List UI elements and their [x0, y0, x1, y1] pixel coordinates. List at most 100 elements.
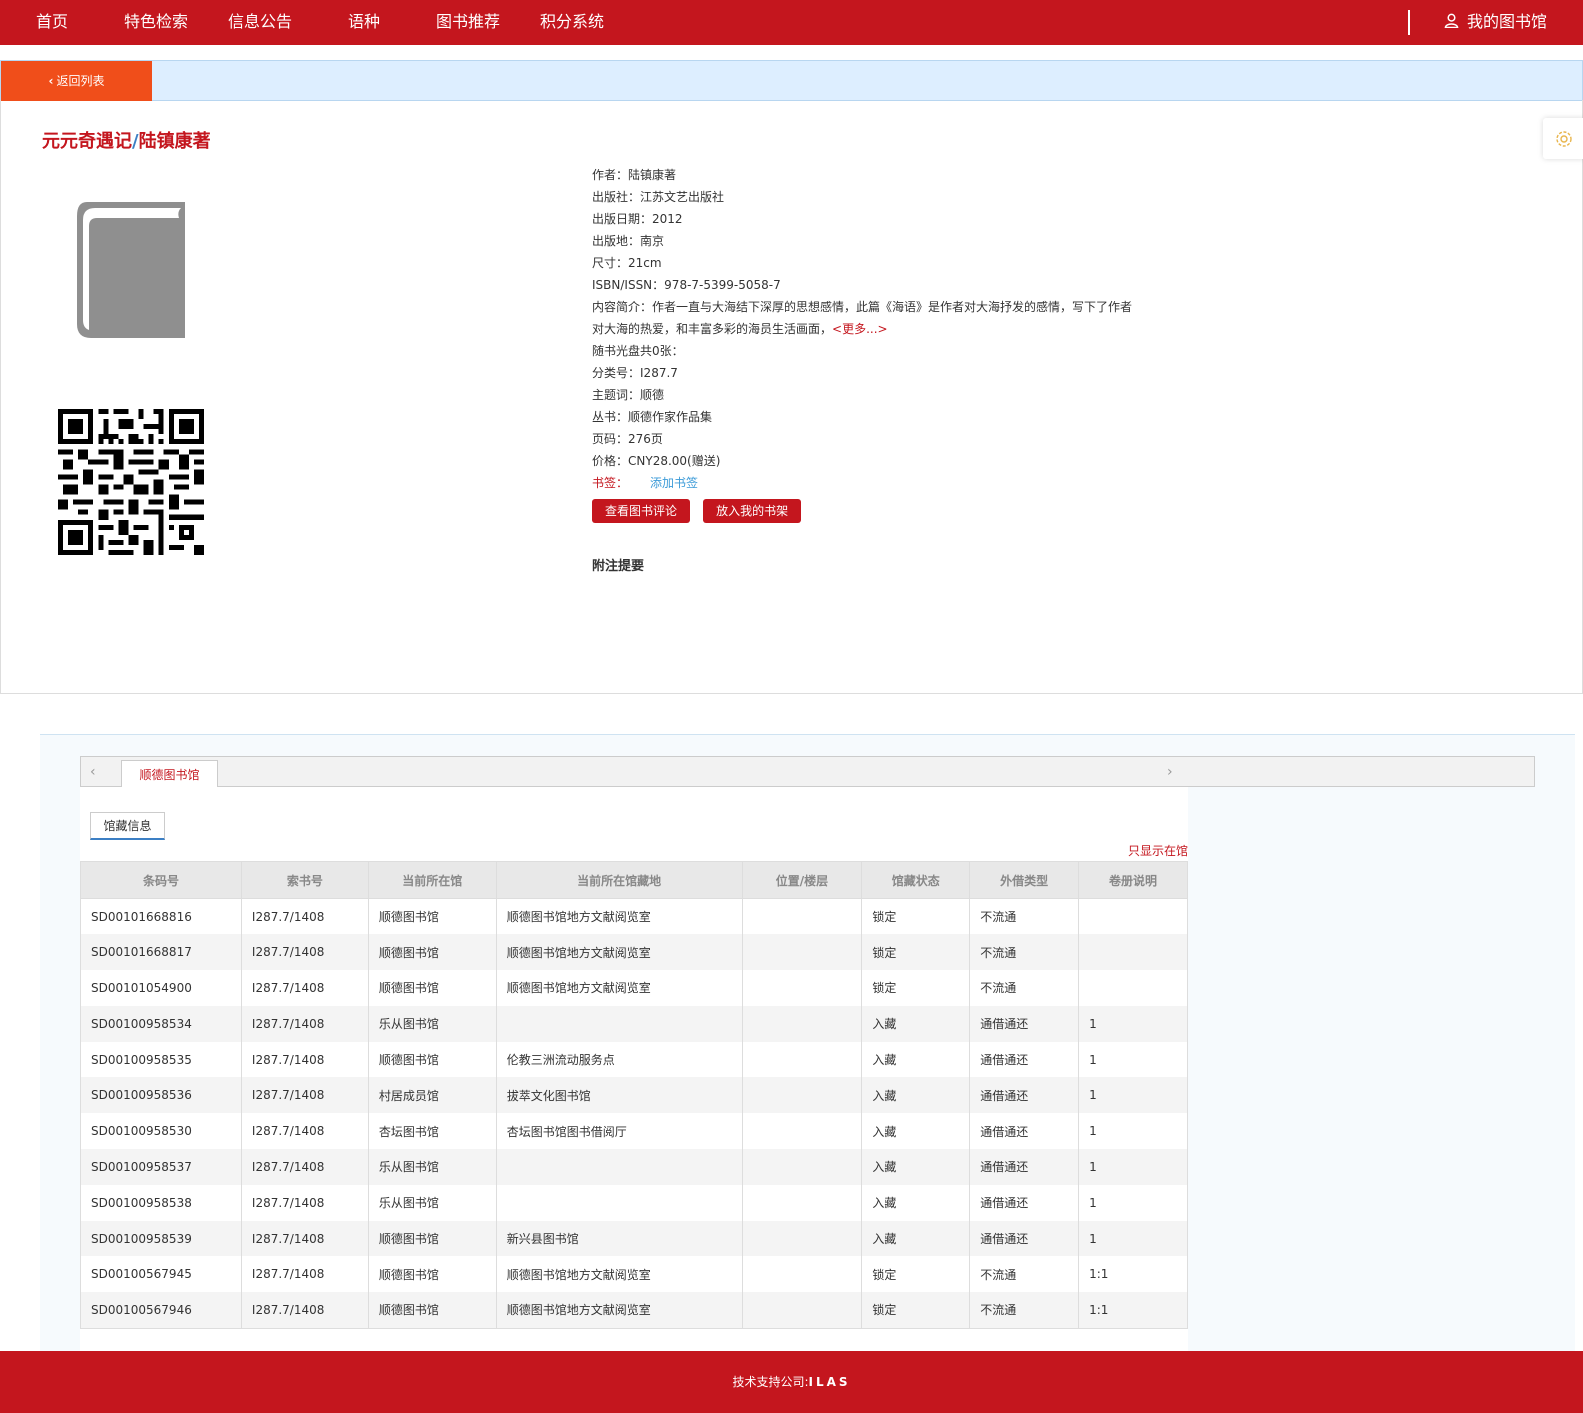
meta-label: 出版社： [592, 190, 641, 204]
col-volume-note: 卷册说明 [1078, 861, 1188, 899]
cell-position-floor [741, 1149, 863, 1185]
action-buttons: 查看图书评论 放入我的书架 [592, 499, 1152, 525]
cell-position-floor [741, 970, 863, 1006]
cell-barcode: SD00101054900 [80, 970, 242, 1006]
nav-announcements[interactable]: 信息公告 [228, 12, 292, 32]
cell-call-number: I287.7/1408 [240, 1005, 369, 1042]
cell-barcode: SD00101668817 [80, 934, 242, 971]
qr-code-icon [58, 409, 204, 555]
cell-volume-note [1078, 970, 1188, 1006]
settings-widget[interactable] [1543, 118, 1583, 159]
cell-position-floor [741, 898, 863, 935]
chevron-left-icon: ‹ [48, 74, 54, 88]
meta-value: 顺德 [640, 388, 665, 402]
meta-pub-place: 出版地：南京 [592, 230, 1152, 252]
table-row: SD00101668816 I287.7/1408 顺德图书馆 顺德图书馆地方文献阅览… [80, 898, 1188, 935]
book-title: 元元奇遇记/陆镇康著 [42, 127, 211, 153]
cell-call-number: I287.7/1408 [240, 1149, 369, 1185]
library-tabstrip: ‹ 顺德图书馆 › [80, 756, 1535, 788]
meta-value: 陆镇康著 [628, 168, 677, 182]
add-bookmark-link[interactable]: 添加书签 [650, 476, 698, 490]
table-row: SD00100958535 I287.7/1408 顺德图书馆 伦教三洲流动服务点 入藏… [80, 1041, 1188, 1078]
book-author-statement: 陆镇康著 [138, 131, 211, 152]
meta-label: 主题词： [592, 388, 641, 402]
meta-label: 作者： [592, 168, 629, 182]
cell-barcode: SD00100958536 [80, 1077, 242, 1114]
cell-current-library: 杏坛图书馆 [367, 1113, 497, 1150]
cell-volume-note: 1 [1078, 1113, 1188, 1150]
back-bar: ‹ 返回列表 [0, 60, 1583, 101]
cell-call-number: I287.7/1408 [240, 1077, 369, 1114]
cell-loan-type: 不流通 [969, 934, 1080, 971]
settings-icon [1556, 131, 1572, 147]
cell-position-floor [741, 1256, 863, 1293]
cell-barcode: SD00100958539 [80, 1220, 242, 1257]
footer: 技术支持公司:ILAS [0, 1351, 1583, 1413]
cell-current-location: 顺德图书馆地方文献阅览室 [495, 1292, 743, 1329]
meta-subject: 主题词：顺德 [592, 384, 1152, 406]
col-position-floor: 位置/楼层 [741, 861, 863, 899]
cell-barcode: SD00100567945 [80, 1256, 242, 1293]
cell-position-floor [741, 1292, 863, 1329]
cell-volume-note: 1 [1078, 1077, 1188, 1114]
cell-barcode: SD00100958534 [80, 1005, 242, 1042]
meta-label: 尺寸： [592, 256, 629, 270]
view-reviews-button[interactable]: 查看图书评论 [592, 499, 691, 523]
nav-book-recommend[interactable]: 图书推荐 [436, 12, 500, 32]
cell-current-library: 顺德图书馆 [367, 1292, 497, 1329]
table-row: SD00101054900 I287.7/1408 顺德图书馆 顺德图书馆地方文献阅览… [80, 970, 1188, 1006]
meta-value: 2012 [652, 212, 683, 226]
my-library-link[interactable]: 我的图书馆 [1444, 12, 1547, 32]
cell-call-number: I287.7/1408 [240, 1041, 369, 1078]
only-in-library-link[interactable]: 只显示在馆 [1128, 842, 1188, 859]
nav-special-search[interactable]: 特色检索 [124, 12, 188, 32]
nav-divider [1408, 10, 1410, 35]
cell-call-number: I287.7/1408 [240, 1113, 369, 1150]
col-current-location: 当前所在馆藏地 [495, 861, 743, 899]
cell-loan-type: 不流通 [969, 1256, 1080, 1293]
holdings-section: ‹ 顺德图书馆 › 馆藏信息 只显示在馆 条码号 索书号 当前所在馆 当前所在馆… [40, 734, 1575, 1352]
tab-shunde-library[interactable]: 顺德图书馆 [121, 760, 218, 788]
nav-points-system[interactable]: 积分系统 [540, 12, 604, 32]
meta-value: 顺德作家作品集 [628, 410, 713, 424]
back-to-list-button[interactable]: ‹ 返回列表 [1, 61, 152, 101]
col-current-library: 当前所在馆 [367, 861, 497, 899]
cell-current-location: 顺德图书馆地方文献阅览室 [495, 898, 743, 935]
tab-holdings-info[interactable]: 馆藏信息 [90, 812, 165, 840]
table-row: SD00100958537 I287.7/1408 乐从图书馆 入藏 通借通还 1 [80, 1149, 1188, 1185]
table-row: SD00100958530 I287.7/1408 杏坛图书馆 杏坛图书馆图书借阅厅 入… [80, 1113, 1188, 1150]
cell-volume-note: 1 [1078, 1041, 1188, 1078]
chevron-left-icon[interactable]: ‹ [90, 764, 96, 780]
summary-more-link[interactable]: <更多...> [832, 322, 888, 336]
cell-status: 入藏 [861, 1005, 971, 1042]
cell-call-number: I287.7/1408 [240, 970, 369, 1006]
nav-home[interactable]: 首页 [36, 12, 68, 32]
cell-current-location [495, 1184, 743, 1221]
my-library-label: 我的图书馆 [1467, 12, 1548, 31]
table-row: SD00100958539 I287.7/1408 顺德图书馆 新兴县图书馆 入藏 通借通… [80, 1220, 1188, 1257]
user-icon [1444, 13, 1459, 29]
cell-barcode: SD00100567946 [80, 1292, 242, 1329]
cell-position-floor [741, 1041, 863, 1078]
meta-label: 分类号： [592, 366, 641, 380]
chevron-right-icon[interactable]: › [1167, 764, 1173, 780]
cell-loan-type: 不流通 [969, 970, 1080, 1006]
meta-bookmark: 书签： 添加书签 [592, 472, 1152, 494]
table-header-row: 条码号 索书号 当前所在馆 当前所在馆藏地 位置/楼层 馆藏状态 外借类型 卷册… [80, 861, 1188, 899]
cell-current-location [495, 1149, 743, 1185]
cell-current-location: 新兴县图书馆 [495, 1220, 743, 1257]
cell-current-location: 顺德图书馆地方文献阅览室 [495, 970, 743, 1006]
holdings-table: 条码号 索书号 当前所在馆 当前所在馆藏地 位置/楼层 馆藏状态 外借类型 卷册… [80, 861, 1188, 1329]
meta-size: 尺寸：21cm [592, 252, 1152, 274]
cell-loan-type: 通借通还 [969, 1113, 1080, 1150]
cell-volume-note: 1:1 [1078, 1292, 1188, 1329]
meta-pages: 页码：276页 [592, 428, 1152, 450]
table-row: SD00100567946 I287.7/1408 顺德图书馆 顺德图书馆地方文献阅览… [80, 1292, 1188, 1329]
nav-languages[interactable]: 语种 [348, 12, 380, 32]
cell-current-library: 顺德图书馆 [367, 934, 497, 971]
notes-title: 附注提要 [592, 559, 645, 574]
add-to-shelf-button[interactable]: 放入我的书架 [703, 499, 802, 523]
cell-status: 入藏 [861, 1077, 971, 1114]
cell-position-floor [741, 1005, 863, 1042]
col-call-number: 索书号 [240, 861, 369, 899]
